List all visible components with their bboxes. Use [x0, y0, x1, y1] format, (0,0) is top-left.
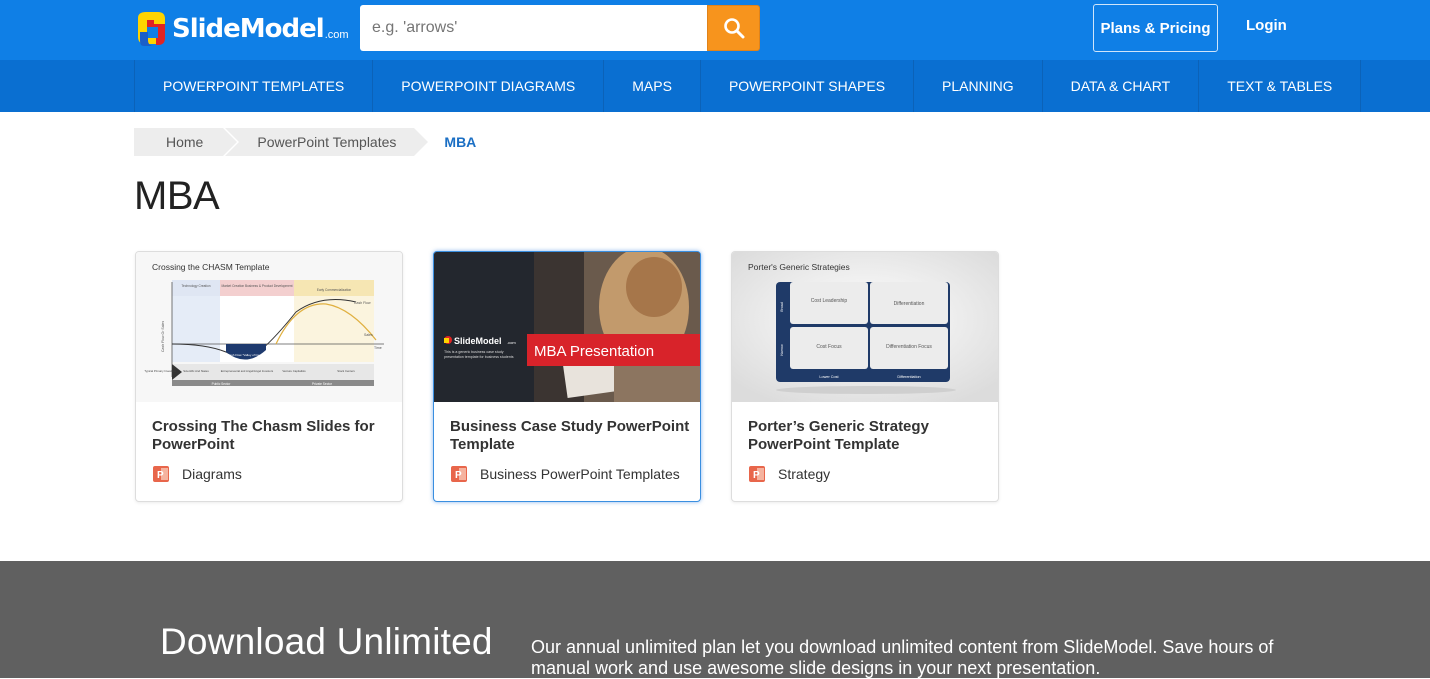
- top-header: SlideModel .com Plans & Pricing Login: [0, 0, 1430, 60]
- nav-powerpoint-shapes[interactable]: POWERPOINT SHAPES: [699, 60, 913, 112]
- thumb-curve-label: Sales: [364, 333, 373, 337]
- mba-presentation-thumbnail: MBA Presentation SlideModel .com This is…: [434, 252, 700, 402]
- thumb-cell: Stock Centers: [337, 369, 355, 373]
- unlimited-promo-section: Download Unlimited Our annual unlimited …: [0, 561, 1430, 678]
- thumb-cell: Differentiation Focus: [886, 344, 932, 350]
- card-category[interactable]: P Strategy: [748, 465, 830, 483]
- powerpoint-file-icon: P: [749, 466, 765, 482]
- powerpoint-file-icon: P: [153, 466, 169, 482]
- thumb-bottom-label: Lower Cost: [819, 375, 839, 379]
- thumb-side-label: Narrow: [780, 344, 784, 356]
- powerpoint-file-icon: P: [451, 466, 467, 482]
- card-thumbnail[interactable]: MBA Presentation SlideModel .com This is…: [434, 252, 700, 402]
- thumb-logo-suffix: .com: [507, 340, 516, 345]
- thumb-curve-label: Cash Flow "Valley of Death": [227, 353, 264, 357]
- thumb-curve-label: Cash Flow: [354, 301, 371, 305]
- search-input[interactable]: [360, 5, 707, 51]
- magnifier-icon: [723, 18, 744, 39]
- thumb-cell: Scientific And States: [183, 369, 209, 373]
- thumb-heading: Porter's Generic Strategies: [748, 262, 850, 272]
- card-thumbnail[interactable]: Porter's Generic Strategies Cost Leaders…: [732, 252, 998, 402]
- plans-pricing-button[interactable]: Plans & Pricing: [1093, 4, 1218, 52]
- thumb-bottom-label: Differentiation: [897, 375, 920, 379]
- thumb-cell: Cost Focus: [816, 344, 842, 350]
- svg-text:P: P: [455, 470, 462, 481]
- site-logo[interactable]: SlideModel .com: [134, 8, 349, 50]
- card-category[interactable]: P Diagrams: [152, 465, 242, 483]
- slidemodel-logo-icon: [138, 12, 165, 46]
- logo-suffix: .com: [324, 29, 349, 41]
- template-card-chasm[interactable]: Crossing the CHASM Template Technology C…: [135, 251, 403, 502]
- thumb-footer-label: Public Sector: [212, 382, 232, 386]
- chasm-diagram-thumbnail: Crossing the CHASM Template Technology C…: [136, 252, 402, 402]
- page-title: MBA: [134, 174, 220, 218]
- thumb-side-label: Broad: [780, 302, 784, 311]
- template-card-porter[interactable]: Porter's Generic Strategies Cost Leaders…: [731, 251, 999, 502]
- nav-text-tables[interactable]: TEXT & TABLES: [1198, 60, 1362, 112]
- thumb-logo: SlideModel: [454, 336, 502, 346]
- breadcrumb-powerpoint-templates[interactable]: PowerPoint Templates: [225, 128, 429, 156]
- breadcrumb-home[interactable]: Home: [134, 128, 238, 156]
- nav-powerpoint-templates[interactable]: POWERPOINT TEMPLATES: [134, 60, 372, 112]
- thumb-axis-label: Cash Flow Or Sales: [161, 321, 165, 352]
- thumb-cell: Differentiation: [894, 301, 925, 307]
- card-category-label: Business PowerPoint Templates: [480, 466, 680, 482]
- thumb-cell: Cost Leadership: [811, 298, 848, 304]
- thumb-curve-label: Time: [374, 346, 382, 350]
- thumb-phase-2: Market Creation Business & Product Devel…: [221, 284, 292, 288]
- template-card-business-case[interactable]: MBA Presentation SlideModel .com This is…: [433, 251, 701, 502]
- svg-text:P: P: [753, 470, 760, 481]
- card-category[interactable]: P Business PowerPoint Templates: [450, 465, 680, 483]
- thumb-heading: Crossing the CHASM Template: [152, 262, 270, 272]
- thumb-cell: Entrepreneurial and Angel/Angel Investor…: [221, 369, 274, 373]
- card-title[interactable]: Porter’s Generic Strategy PowerPoint Tem…: [748, 418, 988, 454]
- nav-planning[interactable]: PLANNING: [913, 60, 1042, 112]
- card-title[interactable]: Business Case Study PowerPoint Template: [450, 418, 690, 454]
- card-title[interactable]: Crossing The Chasm Slides for PowerPoint: [152, 418, 392, 454]
- search-bar: [360, 5, 760, 51]
- login-link[interactable]: Login: [1246, 17, 1287, 34]
- main-nav: POWERPOINT TEMPLATES POWERPOINT DIAGRAMS…: [0, 60, 1430, 112]
- card-category-label: Strategy: [778, 466, 831, 482]
- search-button[interactable]: [707, 5, 760, 51]
- nav-maps[interactable]: MAPS: [603, 60, 700, 112]
- breadcrumb: Home PowerPoint Templates MBA: [134, 128, 476, 156]
- card-thumbnail[interactable]: Crossing the CHASM Template Technology C…: [136, 252, 402, 402]
- thumb-cell: Venture Capitalists: [282, 369, 306, 373]
- thumb-footer-label: Private Sector: [312, 382, 333, 386]
- thumb-banner: MBA Presentation: [534, 343, 654, 360]
- porter-strategy-thumbnail: Porter's Generic Strategies Cost Leaders…: [732, 252, 998, 402]
- nav-data-chart[interactable]: DATA & CHART: [1041, 60, 1199, 112]
- thumb-phase-1: Technology Creation: [181, 284, 210, 288]
- card-category-label: Diagrams: [182, 466, 242, 482]
- promo-title: Download Unlimited: [160, 621, 493, 662]
- thumb-cell: Typical Primary Investors: [144, 369, 176, 373]
- thumb-phase-3: Early Commercialization: [317, 288, 352, 292]
- logo-text: SlideModel: [172, 14, 325, 44]
- promo-text: Our annual unlimited plan let you downlo…: [531, 637, 1274, 678]
- thumb-blurb: This is a generic business case study pr…: [444, 350, 514, 359]
- nav-powerpoint-diagrams[interactable]: POWERPOINT DIAGRAMS: [372, 60, 603, 112]
- svg-text:P: P: [157, 470, 164, 481]
